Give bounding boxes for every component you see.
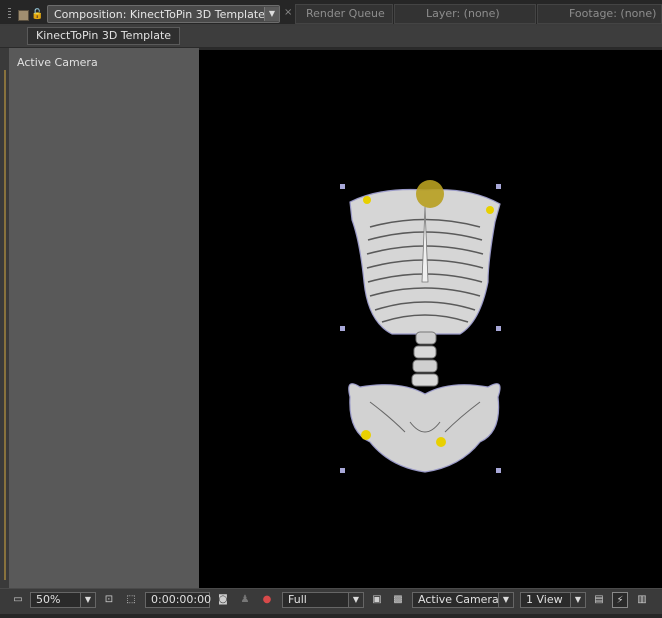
zoom-dropdown[interactable]: 50% ▼: [30, 592, 96, 608]
right-hip-joint: [436, 437, 446, 447]
transparency-grid-icon[interactable]: ⬚: [123, 592, 139, 608]
fast-previews-lightning-icon[interactable]: ⚡: [612, 592, 628, 608]
fast-preview-icon[interactable]: ▣: [369, 592, 385, 608]
tab-layer[interactable]: Layer: (none): [394, 4, 536, 24]
spine: [411, 331, 439, 387]
show-snapshot-icon[interactable]: ♟: [237, 592, 253, 608]
left-shoulder-joint: [363, 196, 371, 204]
toggle-pixel-aspect-icon[interactable]: ▤: [591, 592, 607, 608]
3d-draft-icon[interactable]: ▩: [390, 592, 406, 608]
chevron-down-icon: ▼: [80, 593, 95, 607]
tab-render-queue[interactable]: Render Queue: [295, 4, 393, 24]
tab-composition-label: Composition: KinectToPin 3D Template: [54, 8, 265, 21]
panel-focus-highlight: [4, 70, 6, 580]
right-shoulder-joint: [486, 206, 494, 214]
pelvis: [348, 383, 501, 473]
view-layout-value: 1 View: [526, 593, 563, 606]
timeline-icon[interactable]: ▥: [634, 592, 650, 608]
skeleton-torso-image[interactable]: [330, 172, 520, 482]
viewer-pasteboard[interactable]: [9, 48, 199, 588]
chevron-down-icon: ▼: [498, 593, 513, 607]
chevron-down-icon: ▼: [570, 593, 585, 607]
camera-view-dropdown[interactable]: Active Camera ▼: [412, 592, 514, 608]
view-layout-dropdown[interactable]: 1 View ▼: [520, 592, 586, 608]
breadcrumb-comp-button[interactable]: KinectToPin 3D Template: [27, 27, 181, 45]
close-icon[interactable]: ×: [284, 7, 292, 18]
tab-footage[interactable]: Footage: (none): [537, 4, 662, 24]
dropdown-arrow-icon[interactable]: ▼: [264, 7, 279, 21]
zoom-value: 50%: [36, 593, 61, 606]
chevron-down-icon: ▼: [348, 593, 363, 607]
snapshot-icon[interactable]: ◙: [215, 592, 231, 608]
comp-swatch-icon: [18, 10, 29, 21]
panel-bottom-edge: [0, 614, 662, 618]
always-preview-icon[interactable]: ▭: [10, 592, 26, 608]
camera-view-value: Active Camera: [418, 593, 499, 606]
resolution-dropdown[interactable]: Full ▼: [282, 592, 364, 608]
head-joint: [416, 180, 444, 208]
color-channels-icon[interactable]: ●: [259, 592, 275, 608]
lock-icon[interactable]: 🔓: [31, 8, 44, 21]
timecode-field[interactable]: 0:00:00:00: [145, 592, 211, 608]
left-hip-joint: [361, 430, 371, 440]
region-of-interest-icon[interactable]: ⊡: [101, 592, 117, 608]
resolution-value: Full: [288, 593, 307, 606]
panel-grip-icon[interactable]: [8, 8, 11, 20]
viewer-camera-label: Active Camera: [17, 56, 98, 69]
